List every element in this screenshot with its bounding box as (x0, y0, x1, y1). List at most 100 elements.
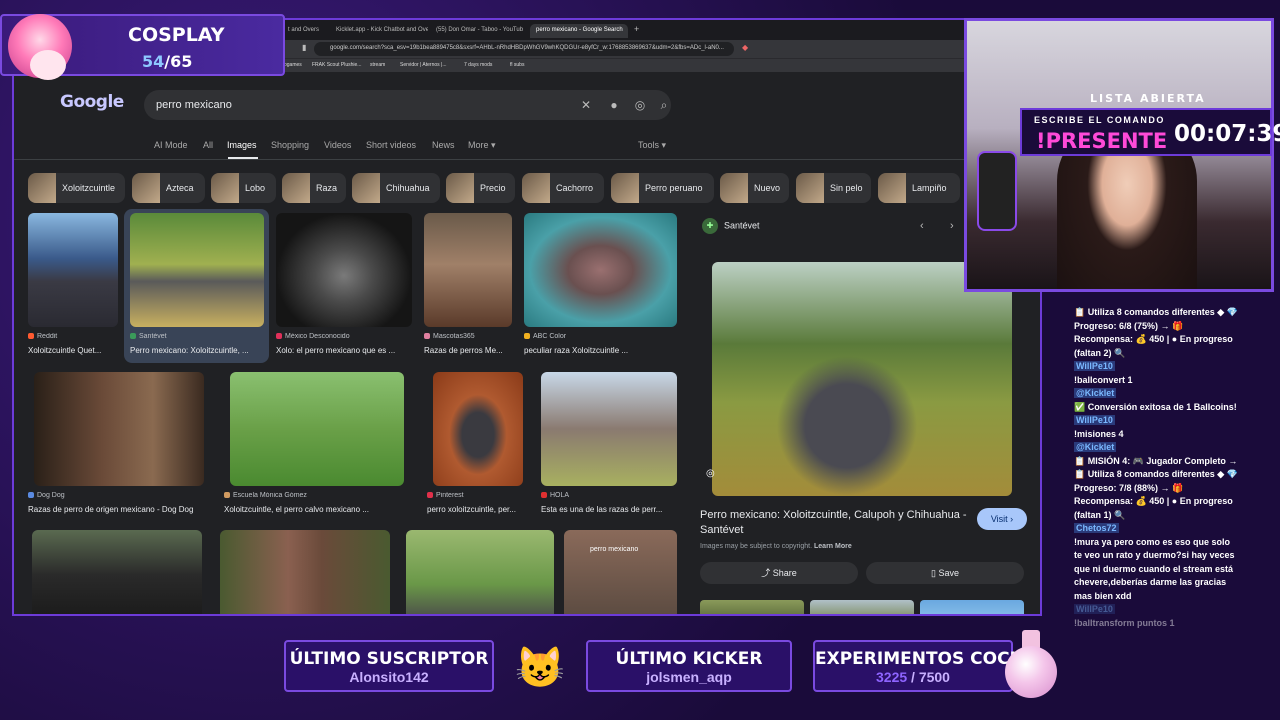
result-image[interactable] (424, 213, 512, 327)
learn-more-link[interactable]: Learn More (814, 543, 852, 550)
previous-icon[interactable]: ‹ (920, 220, 924, 232)
share-button[interactable]: ⤴ Share (700, 562, 858, 584)
result-image[interactable] (564, 530, 677, 614)
filter-chip[interactable]: Xoloitzcuintle (28, 173, 125, 203)
bookmark-item[interactable]: fl subs (510, 62, 524, 68)
result-image[interactable] (524, 213, 677, 327)
result-image[interactable] (34, 372, 204, 486)
search-icon[interactable]: ⌕ (656, 97, 672, 113)
image-result[interactable]: HOLA Esta es una de las razas de perr... (541, 372, 679, 518)
filter-chip[interactable]: Raza (282, 173, 346, 203)
result-image[interactable] (32, 530, 202, 614)
lock-icon: ▮ (302, 43, 307, 52)
chat-username[interactable]: WillPe10 (1074, 415, 1115, 425)
result-title[interactable]: Razas de perro de origen mexicano - Dog … (28, 505, 218, 514)
filter-chip[interactable]: Perro peruano (611, 173, 714, 203)
bookmark-item[interactable]: ogames (284, 62, 302, 68)
search-box[interactable]: perro mexicano ✕ ● ◎ ⌕ (144, 90, 671, 120)
bookmark-item[interactable]: 7 days mods (464, 62, 492, 68)
result-title[interactable]: Xoloitzcuintle, el perro calvo mexicano … (224, 505, 409, 514)
filter-chip[interactable]: Precio (446, 173, 515, 203)
filter-chip[interactable]: Cachorro (522, 173, 604, 203)
image-result-selected[interactable]: Santévet Perro mexicano: Xoloitzcuintle,… (124, 209, 269, 363)
filter-chip[interactable]: Nuevo (720, 173, 789, 203)
result-image[interactable] (230, 372, 404, 486)
result-image[interactable] (220, 530, 390, 614)
nav-tab-videos[interactable]: Videos (324, 140, 351, 150)
search-input[interactable]: perro mexicano (156, 99, 232, 111)
url-field[interactable]: google.com/search?sca_esv=19b1bea889475c… (314, 42, 734, 56)
result-image[interactable] (406, 530, 554, 614)
nav-tab-images[interactable]: Images (227, 140, 257, 150)
image-result[interactable]: Dog Dog Razas de perro de origen mexican… (28, 372, 218, 518)
chat-line: (faltan 1) 🔍 (1074, 509, 1126, 520)
microphone-icon[interactable]: ● (606, 97, 622, 113)
chat-username[interactable]: Chetos72 (1074, 523, 1119, 533)
result-image[interactable] (276, 213, 412, 327)
result-title[interactable]: Perro mexicano: Xoloitzcuintle, ... (130, 346, 264, 355)
image-result[interactable] (220, 530, 390, 614)
image-result[interactable]: México Desconocido Xolo: el perro mexica… (276, 213, 412, 359)
lens-icon[interactable]: ◎ (632, 97, 648, 113)
image-result[interactable]: ABC Color peculiar raza Xoloitzcuintle .… (524, 213, 677, 359)
nav-tab-more[interactable]: More ▾ (468, 140, 496, 151)
browser-tab[interactable]: Kicklet.app - Kick Chatbot and Overl (330, 24, 428, 38)
filter-chip[interactable]: Lampiño (878, 173, 960, 203)
extension-icon[interactable]: ◆ (742, 43, 748, 52)
bookmark-item[interactable]: FRAK Scout Plushie... (312, 62, 361, 68)
bookmark-item[interactable]: stream (370, 62, 385, 68)
filter-chip[interactable]: Azteca (132, 173, 205, 203)
filter-chip[interactable]: Lobo (211, 173, 276, 203)
tools-button[interactable]: Tools ▾ (638, 140, 666, 151)
chat-line: (faltan 2) 🔍 (1074, 347, 1126, 358)
bookmark-item[interactable]: Servidor | Aternos |... (400, 62, 447, 68)
filter-chip[interactable]: Chihuahua (352, 173, 440, 203)
preview-image[interactable] (712, 262, 1012, 496)
image-result[interactable]: perro mexicano (564, 530, 677, 614)
nav-tab-news[interactable]: News (432, 140, 455, 150)
lens-search-icon[interactable]: ◎ (706, 468, 715, 479)
next-icon[interactable]: › (950, 220, 954, 232)
chip-thumbnail (282, 173, 310, 203)
result-image[interactable] (541, 372, 677, 486)
save-button[interactable]: ▯ Save (866, 562, 1024, 584)
result-image[interactable] (28, 213, 118, 327)
result-image[interactable] (130, 213, 264, 327)
result-title[interactable]: Xoloitzcuintle Quet... (28, 346, 118, 355)
image-result[interactable]: Mascotas365 Razas de perros Me... (424, 213, 512, 359)
new-tab-icon[interactable]: + (628, 21, 640, 35)
filter-chip[interactable]: Sin pelo (796, 173, 871, 203)
chat-username[interactable]: WillPe10 (1074, 604, 1115, 614)
related-image[interactable] (920, 600, 1024, 614)
related-image[interactable] (810, 600, 914, 614)
result-title[interactable]: peculiar raza Xoloitzcuintle ... (524, 346, 677, 355)
browser-tab[interactable]: t and Overs (282, 24, 328, 38)
result-title[interactable]: Xolo: el perro mexicano que es ... (276, 346, 412, 355)
clear-icon[interactable]: ✕ (578, 97, 594, 113)
nav-tab-short-videos[interactable]: Short videos (366, 140, 416, 150)
nav-tab-shopping[interactable]: Shopping (271, 140, 309, 150)
result-image[interactable] (433, 372, 523, 486)
nav-tab-all[interactable]: All (203, 140, 213, 150)
browser-tab[interactable]: (55) Don Omar - Taboo - YouTub (430, 24, 528, 38)
result-title[interactable]: perro xoloitzcuintle, per... (427, 505, 527, 514)
image-result[interactable] (406, 530, 554, 614)
result-title[interactable]: Razas de perros Me... (424, 346, 512, 355)
related-image[interactable] (700, 600, 804, 614)
image-result[interactable] (32, 530, 202, 614)
chat-username[interactable]: @Kicklet (1074, 388, 1117, 398)
nav-tab-ai-mode[interactable]: AI Mode (154, 140, 188, 150)
chat-username[interactable]: @Kicklet (1074, 442, 1117, 452)
browser-tab-active[interactable]: perro mexicano - Google Search (530, 24, 628, 38)
result-title[interactable]: Esta es una de las razas de perr... (541, 505, 679, 514)
source-name: México Desconocido (285, 333, 350, 340)
preview-title[interactable]: Perro mexicano: Xoloitzcuintle, Calupoh … (700, 508, 970, 538)
visit-button[interactable]: Visit › (977, 508, 1027, 530)
image-result[interactable]: Reddit Xoloitzcuintle Quet... (28, 213, 118, 359)
google-logo[interactable]: Google (60, 92, 124, 112)
panel-source[interactable]: ✚ Santévet (702, 218, 760, 234)
image-result[interactable]: Pinterest perro xoloitzcuintle, per... (427, 372, 527, 518)
experiments-current: 3225 (876, 669, 908, 685)
image-result[interactable]: Escuela Mónica Gómez Xoloitzcuintle, el … (224, 372, 409, 518)
chat-username[interactable]: WillPe10 (1074, 361, 1115, 371)
